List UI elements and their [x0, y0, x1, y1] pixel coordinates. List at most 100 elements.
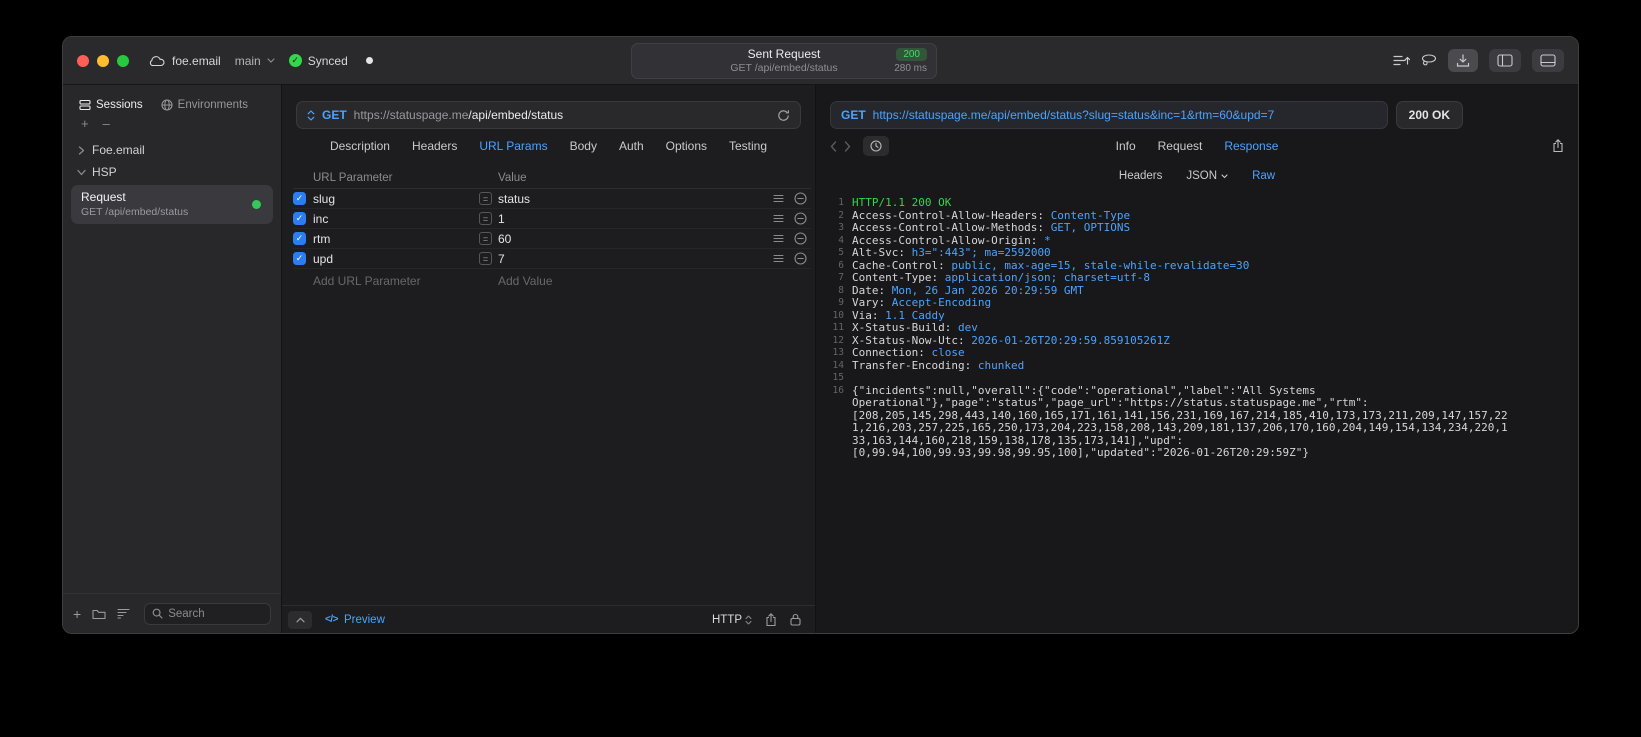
- line-number: 5: [838, 247, 844, 258]
- updown-icon: [745, 615, 752, 625]
- tab-environments[interactable]: Environments: [161, 99, 248, 111]
- subtab-json[interactable]: JSON: [1186, 170, 1228, 182]
- share-request-icon[interactable]: [765, 612, 777, 627]
- drag-handle-icon[interactable]: [767, 194, 789, 203]
- lock-icon[interactable]: [790, 613, 801, 626]
- tab-body[interactable]: Body: [570, 139, 597, 153]
- line-number: 12: [832, 334, 844, 346]
- preview-button[interactable]: </> Preview: [325, 614, 385, 626]
- request-method[interactable]: GET: [322, 108, 347, 122]
- import-tray-button[interactable]: [1448, 49, 1478, 72]
- sidebar: Sessions Environments + – Foe.email HSP R…: [63, 85, 282, 633]
- tab-headers[interactable]: Headers: [412, 139, 457, 153]
- toggle-bottom-panel-button[interactable]: [1532, 49, 1564, 72]
- drag-handle-icon[interactable]: [767, 254, 789, 263]
- param-value[interactable]: 60: [498, 232, 511, 246]
- toggle-sidebar-button[interactable]: [1489, 49, 1521, 72]
- tab-response[interactable]: Response: [1224, 139, 1278, 153]
- param-checkbox[interactable]: ✓: [293, 252, 306, 265]
- project-selector[interactable]: foe.email: [149, 54, 221, 68]
- equals-icon: =: [479, 192, 492, 205]
- sent-request-status-box[interactable]: Sent Request GET /api/embed/status 200 2…: [631, 43, 937, 79]
- sort-list-icon[interactable]: [117, 608, 130, 619]
- share-response-icon[interactable]: [1552, 139, 1564, 153]
- remove-param-icon[interactable]: [789, 192, 811, 205]
- search-input[interactable]: Search: [144, 602, 271, 625]
- tree-item-hsp[interactable]: HSP: [63, 161, 281, 183]
- new-folder-icon[interactable]: [92, 608, 106, 620]
- add-param-row: Add URL Parameter Add Value: [293, 269, 811, 293]
- branch-selector[interactable]: main: [235, 54, 275, 68]
- param-name[interactable]: inc: [313, 212, 479, 226]
- tab-sessions[interactable]: Sessions: [79, 99, 143, 111]
- response-url-bar[interactable]: GET https://statuspage.me/api/embed/stat…: [830, 101, 1388, 129]
- tab-url-params[interactable]: URL Params: [479, 139, 547, 153]
- drag-handle-icon[interactable]: [767, 214, 789, 223]
- subtab-headers[interactable]: Headers: [1119, 170, 1162, 182]
- remove-param-icon[interactable]: [789, 232, 811, 245]
- response-status-badge: 200 OK: [1395, 101, 1463, 129]
- refresh-icon[interactable]: [777, 109, 790, 122]
- minimize-button[interactable]: [97, 54, 109, 67]
- line-number: 3: [838, 222, 844, 233]
- forward-button[interactable]: [844, 140, 851, 152]
- tab-testing[interactable]: Testing: [729, 139, 767, 153]
- params-rows: ✓ slug = status ✓ inc = 1 ✓ rtm = 60 ✓ upd = 7: [293, 189, 811, 269]
- close-button[interactable]: [77, 54, 89, 67]
- drag-handle-icon[interactable]: [767, 234, 789, 243]
- sidebar-item-request[interactable]: Request GET /api/embed/status: [71, 185, 273, 224]
- param-name[interactable]: slug: [313, 192, 479, 206]
- zoom-button[interactable]: [117, 54, 129, 67]
- tab-request[interactable]: Request: [1158, 139, 1203, 153]
- session-controls: + –: [63, 111, 281, 131]
- chevron-down-icon[interactable]: [77, 168, 86, 177]
- remove-param-icon[interactable]: [789, 212, 811, 225]
- param-name[interactable]: rtm: [313, 232, 479, 246]
- chevron-right-icon[interactable]: [78, 145, 85, 155]
- param-checkbox[interactable]: ✓: [293, 212, 306, 225]
- response-tabs: Info Request Response: [1116, 139, 1279, 153]
- tab-description[interactable]: Description: [330, 139, 390, 153]
- request-url-bar[interactable]: GET https://statuspage.me/api/embed/stat…: [296, 101, 801, 129]
- protocol-selector[interactable]: HTTP: [712, 614, 752, 626]
- param-checkbox[interactable]: ✓: [293, 192, 306, 205]
- add-url-parameter-placeholder[interactable]: Add URL Parameter: [313, 274, 479, 288]
- expand-panel-button[interactable]: [288, 610, 312, 629]
- param-value[interactable]: 1: [498, 212, 505, 226]
- sync-label: Synced: [307, 53, 348, 68]
- param-row-rtm: ✓ rtm = 60: [293, 229, 811, 249]
- cloud-icon: [149, 55, 166, 67]
- sort-lines-icon[interactable]: [1393, 54, 1410, 67]
- param-row-inc: ✓ inc = 1: [293, 209, 811, 229]
- session-record-dot: [365, 57, 373, 64]
- tab-info[interactable]: Info: [1116, 139, 1136, 153]
- request-url[interactable]: https://statuspage.me/api/embed/status: [354, 108, 563, 122]
- line-text: Vary: Accept-Encoding: [852, 296, 992, 309]
- back-button[interactable]: [830, 140, 837, 152]
- param-checkbox[interactable]: ✓: [293, 232, 306, 245]
- line-text: {"incidents":null,"overall":{"code":"ope…: [852, 383, 1508, 459]
- history-button[interactable]: [863, 136, 889, 156]
- sessions-icon: [79, 99, 91, 111]
- line-number: 6: [838, 259, 844, 271]
- remove-session-button[interactable]: –: [103, 117, 110, 130]
- param-value[interactable]: status: [498, 192, 530, 206]
- subtab-raw[interactable]: Raw: [1252, 170, 1275, 182]
- param-name[interactable]: upd: [313, 252, 479, 266]
- line-number: 15: [832, 372, 844, 383]
- remove-param-icon[interactable]: [789, 252, 811, 265]
- lasso-icon[interactable]: [1421, 54, 1437, 67]
- tab-options[interactable]: Options: [666, 139, 707, 153]
- method-updown-icon[interactable]: [307, 109, 315, 121]
- new-request-button[interactable]: +: [73, 607, 81, 621]
- sync-status[interactable]: ✓ Synced: [288, 53, 348, 68]
- add-session-button[interactable]: +: [81, 117, 89, 130]
- tab-auth[interactable]: Auth: [619, 139, 644, 153]
- add-value-placeholder[interactable]: Add Value: [479, 274, 767, 288]
- tree-item-foe-email[interactable]: Foe.email: [63, 139, 281, 161]
- tree-item-label: HSP: [92, 165, 117, 179]
- param-value[interactable]: 7: [498, 252, 505, 266]
- sidebar-tabs: Sessions Environments: [63, 85, 281, 111]
- status-dot: [252, 200, 261, 209]
- environments-icon: [161, 99, 173, 111]
